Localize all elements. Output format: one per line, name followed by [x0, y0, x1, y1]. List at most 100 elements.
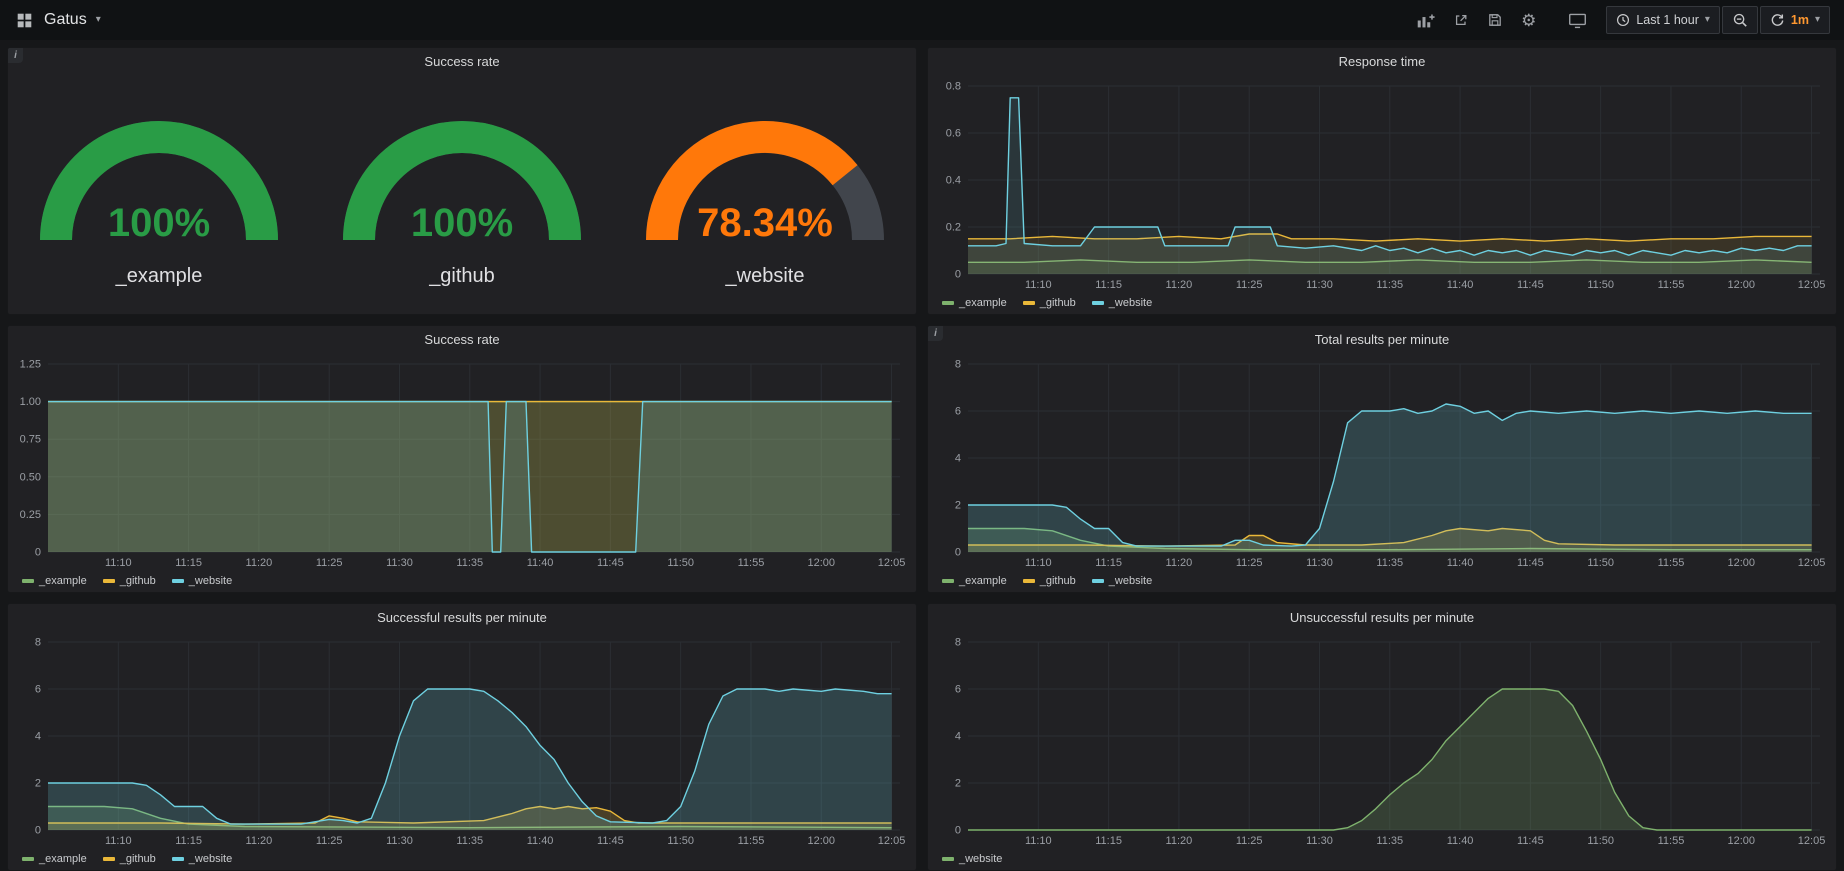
panel-title[interactable]: Response time	[928, 48, 1836, 76]
svg-text:11:25: 11:25	[1236, 557, 1263, 569]
legend-item[interactable]: _website	[1092, 297, 1152, 309]
gauge-value: 100%	[108, 201, 210, 245]
svg-text:4: 4	[35, 731, 41, 743]
legend-swatch-icon	[942, 579, 954, 583]
svg-text:12:00: 12:00	[1728, 279, 1756, 291]
panel-success-rate-timeseries: Success rate 00.250.500.751.001.2511:101…	[7, 325, 917, 593]
svg-text:11:30: 11:30	[386, 557, 413, 569]
svg-text:11:40: 11:40	[1447, 835, 1474, 847]
gauge-row: 100%_example100% _github 78.34% _website	[8, 76, 916, 314]
refresh-button[interactable]: 1m ▾	[1760, 6, 1830, 34]
svg-text:12:00: 12:00	[1728, 835, 1756, 847]
dashboard-title[interactable]: Gatus	[44, 11, 87, 29]
legend-item[interactable]: _example	[22, 853, 87, 865]
svg-text:8: 8	[35, 637, 41, 649]
svg-text:4: 4	[955, 453, 961, 465]
refresh-icon	[1770, 13, 1785, 28]
svg-text:11:30: 11:30	[1306, 279, 1333, 291]
svg-text:0: 0	[955, 547, 961, 559]
svg-text:6: 6	[35, 684, 41, 696]
svg-text:11:45: 11:45	[1517, 557, 1544, 569]
legend-item[interactable]: _github	[1023, 575, 1076, 587]
svg-text:11:25: 11:25	[316, 557, 343, 569]
panel-title[interactable]: Success rate	[8, 48, 916, 76]
legend-item[interactable]: _website	[172, 853, 232, 865]
chart-legend: _example _github _website	[8, 570, 916, 592]
legend-series-label: _github	[1040, 575, 1076, 587]
add-panel-icon	[1416, 12, 1435, 29]
svg-text:11:35: 11:35	[1376, 279, 1403, 291]
panel-info-icon[interactable]: i	[8, 48, 23, 63]
svg-text:11:20: 11:20	[246, 835, 273, 847]
svg-text:11:55: 11:55	[738, 835, 765, 847]
save-button[interactable]	[1480, 7, 1510, 33]
legend-item[interactable]: _website	[172, 575, 232, 587]
svg-text:8: 8	[955, 359, 961, 371]
legend-swatch-icon	[172, 579, 184, 583]
time-series-chart[interactable]: 0246811:1011:1511:2011:2511:3011:3511:40…	[8, 632, 916, 848]
panel-unsuccessful-results: Unsuccessful results per minute 0246811:…	[927, 603, 1837, 871]
svg-text:11:15: 11:15	[1095, 279, 1122, 291]
add-panel-button[interactable]	[1409, 7, 1442, 34]
gauge-label: _github	[428, 265, 495, 287]
svg-text:12:05: 12:05	[1798, 835, 1826, 847]
svg-text:0.50: 0.50	[20, 471, 41, 483]
panel-title[interactable]: Unsuccessful results per minute	[928, 604, 1836, 632]
svg-text:11:25: 11:25	[1236, 835, 1263, 847]
svg-text:11:35: 11:35	[1376, 557, 1403, 569]
svg-text:0.6: 0.6	[946, 128, 961, 140]
svg-text:0.4: 0.4	[946, 175, 961, 187]
share-button[interactable]	[1446, 7, 1476, 33]
legend-item[interactable]: _github	[103, 575, 156, 587]
legend-swatch-icon	[22, 579, 34, 583]
legend-swatch-icon	[1092, 301, 1104, 305]
legend-item[interactable]: _website	[942, 853, 1002, 865]
legend-item[interactable]: _example	[942, 297, 1007, 309]
svg-text:11:20: 11:20	[246, 557, 273, 569]
time-range-button[interactable]: Last 1 hour ▾	[1606, 6, 1720, 34]
panel-response-time: Response time 00.20.40.60.811:1011:1511:…	[927, 47, 1837, 315]
time-series-chart[interactable]: 00.250.500.751.001.2511:1011:1511:2011:2…	[8, 354, 916, 570]
tv-mode-button[interactable]	[1561, 7, 1594, 34]
time-controls: Last 1 hour ▾ 1m ▾	[1606, 6, 1830, 34]
zoom-out-button[interactable]	[1722, 6, 1758, 34]
panel-title[interactable]: Total results per minute	[928, 326, 1836, 354]
time-series-chart[interactable]: 00.20.40.60.811:1011:1511:2011:2511:3011…	[928, 76, 1836, 292]
panel-title[interactable]: Success rate	[8, 326, 916, 354]
svg-text:11:20: 11:20	[1166, 835, 1193, 847]
legend-item[interactable]: _example	[942, 575, 1007, 587]
svg-text:12:05: 12:05	[878, 835, 906, 847]
legend-series-label: _example	[959, 297, 1007, 309]
legend-swatch-icon	[942, 301, 954, 305]
svg-text:6: 6	[955, 406, 961, 418]
panel-title[interactable]: Successful results per minute	[8, 604, 916, 632]
time-series-chart[interactable]: 0246811:1011:1511:2011:2511:3011:3511:40…	[928, 354, 1836, 570]
svg-text:11:50: 11:50	[667, 557, 694, 569]
legend-swatch-icon	[103, 579, 115, 583]
legend-item[interactable]: _example	[22, 575, 87, 587]
share-icon	[1453, 12, 1469, 28]
caret-down-icon: ▾	[1815, 15, 1820, 25]
svg-text:11:15: 11:15	[175, 557, 202, 569]
legend-series-label: _example	[959, 575, 1007, 587]
panel-info-icon[interactable]: i	[928, 326, 943, 341]
svg-text:11:45: 11:45	[597, 557, 624, 569]
legend-item[interactable]: _website	[1092, 575, 1152, 587]
gauge-label: _website	[724, 265, 804, 287]
dashboard-grid-icon[interactable]	[14, 8, 35, 33]
settings-button[interactable]: ⚙	[1514, 7, 1543, 34]
svg-text:0.8: 0.8	[946, 81, 961, 93]
svg-text:12:00: 12:00	[808, 557, 836, 569]
gauge: 100%_example	[9, 90, 309, 300]
monitor-icon	[1568, 12, 1587, 29]
clock-icon	[1616, 13, 1630, 27]
svg-text:11:10: 11:10	[1025, 279, 1052, 291]
svg-text:11:45: 11:45	[1517, 279, 1544, 291]
legend-series-label: _website	[959, 853, 1002, 865]
gauge-value: 78.34%	[697, 201, 833, 245]
time-series-chart[interactable]: 0246811:1011:1511:2011:2511:3011:3511:40…	[928, 632, 1836, 848]
legend-item[interactable]: _github	[1023, 297, 1076, 309]
svg-text:4: 4	[955, 731, 961, 743]
legend-item[interactable]: _github	[103, 853, 156, 865]
save-icon	[1487, 12, 1503, 28]
